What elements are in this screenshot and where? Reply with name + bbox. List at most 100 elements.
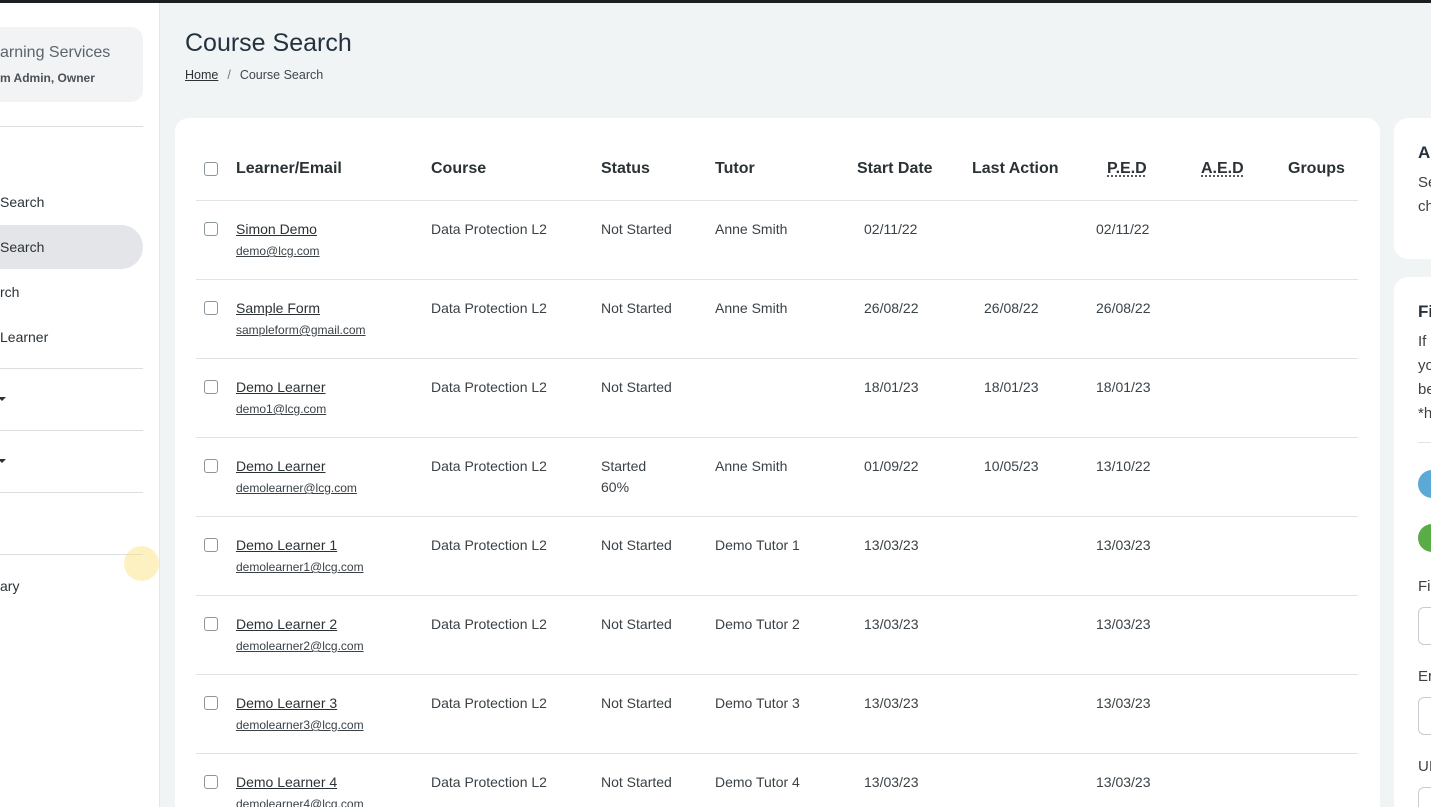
row-divider: [196, 753, 1358, 754]
learner-email-link[interactable]: demo1@lcg.com: [236, 402, 326, 416]
chevron-down-icon[interactable]: [0, 459, 6, 463]
column-header-last-action[interactable]: Last Action: [972, 160, 1059, 178]
column-header-ped[interactable]: P.E.D: [1107, 160, 1147, 178]
learner-name-link[interactable]: Sample Form: [236, 300, 320, 316]
course-cell: Data Protection L2: [431, 221, 547, 237]
status-cell: Not Started: [601, 616, 672, 632]
breadcrumb-separator: /: [227, 68, 231, 82]
learner-name-link[interactable]: Demo Learner 4: [236, 774, 337, 790]
status-cell: Not Started: [601, 537, 672, 553]
status-cell: Not Started: [601, 774, 672, 790]
org-name: arning Services: [0, 44, 111, 61]
tutor-cell: Demo Tutor 1: [715, 537, 800, 553]
ped-cell: 13/10/22: [1096, 458, 1151, 474]
row-checkbox[interactable]: [204, 775, 218, 789]
column-header-groups[interactable]: Groups: [1288, 160, 1345, 178]
top-bar: [0, 0, 1431, 3]
row-divider: [196, 674, 1358, 675]
learner-name-link[interactable]: Demo Learner 3: [236, 695, 337, 711]
start-date-cell: 13/03/23: [864, 695, 919, 711]
start-date-cell: 02/11/22: [864, 221, 918, 237]
start-date-cell: 13/03/23: [864, 774, 919, 790]
tutor-cell: Anne Smith: [715, 221, 788, 237]
learner-name-link[interactable]: Demo Learner 2: [236, 616, 337, 632]
sidebar-item-library[interactable]: ary: [0, 564, 143, 608]
email-label: Er: [1418, 668, 1431, 685]
sidebar-item-search-1[interactable]: Search: [0, 180, 143, 224]
row-checkbox[interactable]: [204, 459, 218, 473]
column-header-start-date[interactable]: Start Date: [857, 160, 933, 178]
row-checkbox[interactable]: [204, 380, 218, 394]
search-button[interactable]: [1418, 470, 1431, 498]
ped-cell: 13/03/23: [1096, 774, 1151, 790]
last-action-cell: 26/08/22: [984, 300, 1039, 316]
column-header-tutor[interactable]: Tutor: [715, 160, 755, 178]
chevron-down-icon[interactable]: [0, 397, 6, 401]
tutor-cell: Anne Smith: [715, 300, 788, 316]
status-cell: Not Started: [601, 221, 672, 237]
start-date-cell: 26/08/22: [864, 300, 919, 316]
learner-email-link[interactable]: demo@lcg.com: [236, 244, 320, 258]
ped-cell: 13/03/23: [1096, 616, 1151, 632]
breadcrumb-home-link[interactable]: Home: [185, 68, 218, 82]
sidebar-item-search-3[interactable]: rch: [0, 270, 143, 314]
column-header-aed[interactable]: A.E.D: [1201, 160, 1244, 178]
org-card[interactable]: [0, 27, 143, 102]
page-title: Course Search: [185, 29, 352, 57]
column-header-course[interactable]: Course: [431, 160, 486, 178]
status-cell: Not Started: [601, 300, 672, 316]
email-input[interactable]: [1418, 697, 1431, 735]
course-cell: Data Protection L2: [431, 379, 547, 395]
row-checkbox[interactable]: [204, 301, 218, 315]
learner-name-link[interactable]: Demo Learner: [236, 379, 326, 395]
course-cell: Data Protection L2: [431, 458, 547, 474]
row-divider: [196, 516, 1358, 517]
ped-cell: 13/03/23: [1096, 537, 1151, 553]
course-cell: Data Protection L2: [431, 537, 547, 553]
start-date-cell: 13/03/23: [864, 537, 919, 553]
row-divider: [196, 279, 1358, 280]
breadcrumb: Home / Course Search: [185, 68, 323, 82]
sidebar-item-learner[interactable]: Learner: [0, 315, 143, 359]
tutor-cell: Demo Tutor 4: [715, 774, 800, 790]
column-header-learner[interactable]: Learner/Email: [236, 160, 342, 178]
ped-cell: 02/11/22: [1096, 221, 1150, 237]
sidebar: arning Services m Admin, Owner Search Se…: [0, 3, 160, 807]
learner-email-link[interactable]: demolearner1@lcg.com: [236, 560, 364, 574]
learner-name-link[interactable]: Demo Learner: [236, 458, 326, 474]
org-role: m Admin, Owner: [0, 71, 95, 85]
learner-name-link[interactable]: Simon Demo: [236, 221, 317, 237]
actions-card-title: Ac: [1418, 143, 1431, 162]
status-cell: Started: [601, 458, 647, 474]
sidebar-divider: [0, 430, 143, 431]
start-date-cell: 01/09/22: [864, 458, 919, 474]
learner-email-link[interactable]: demolearner3@lcg.com: [236, 718, 364, 732]
status-cell: Not Started: [601, 379, 672, 395]
sidebar-item-course-search[interactable]: Search: [0, 225, 143, 269]
row-checkbox[interactable]: [204, 538, 218, 552]
row-checkbox[interactable]: [204, 617, 218, 631]
filter-card-title: Fi: [1418, 302, 1431, 321]
sidebar-divider: [0, 368, 143, 369]
third-field-label: UI: [1418, 758, 1431, 775]
sidebar-divider: [0, 554, 143, 555]
ped-cell: 18/01/23: [1096, 379, 1151, 395]
course-cell: Data Protection L2: [431, 774, 547, 790]
learner-email-link[interactable]: demolearner2@lcg.com: [236, 639, 364, 653]
column-header-status[interactable]: Status: [601, 160, 650, 178]
filter-card-text-4: *h: [1418, 405, 1431, 422]
learner-email-link[interactable]: demolearner4@lcg.com: [236, 797, 364, 807]
select-all-checkbox[interactable]: [204, 162, 218, 176]
sidebar-divider: [0, 492, 143, 493]
filter-button[interactable]: [1418, 524, 1431, 552]
row-checkbox[interactable]: [204, 222, 218, 236]
first-name-label: Fi: [1418, 578, 1431, 595]
learner-email-link[interactable]: sampleform@gmail.com: [236, 323, 366, 337]
learner-name-link[interactable]: Demo Learner 1: [236, 537, 337, 553]
third-field-input[interactable]: [1418, 787, 1431, 807]
row-divider: [196, 595, 1358, 596]
row-checkbox[interactable]: [204, 696, 218, 710]
row-divider: [196, 358, 1358, 359]
learner-email-link[interactable]: demolearner@lcg.com: [236, 481, 357, 495]
first-name-input[interactable]: [1418, 607, 1431, 645]
